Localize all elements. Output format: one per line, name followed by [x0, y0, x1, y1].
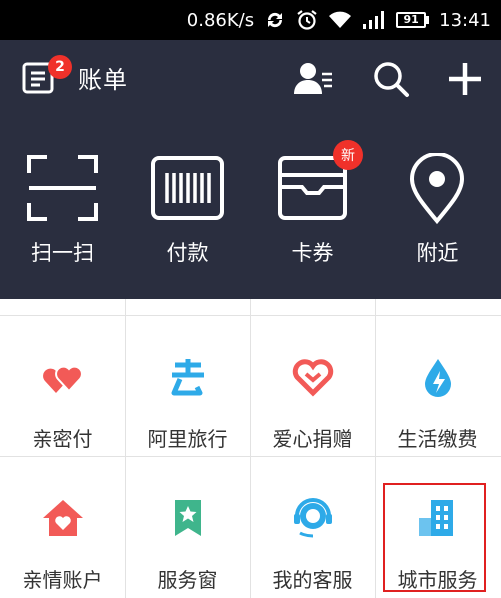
bill-icon: 2	[22, 54, 72, 95]
barcode-icon	[151, 156, 224, 220]
alarm-icon	[296, 9, 318, 31]
scan-label: 扫一扫	[31, 241, 94, 265]
service-label: 我的客服	[272, 568, 353, 592]
service-label: 亲情账户	[22, 568, 103, 592]
nearby-button[interactable]: 附近	[375, 117, 500, 299]
service-family-account[interactable]: 亲情账户	[0, 457, 125, 598]
travel-icon	[171, 359, 204, 396]
service-intimate-pay[interactable]: 亲密付	[0, 316, 125, 457]
service-label: 生活缴费	[397, 427, 478, 451]
scan-button[interactable]: 扫一扫	[0, 117, 125, 299]
battery-icon: 91	[396, 12, 430, 28]
plus-icon[interactable]	[446, 60, 484, 98]
wifi-icon	[328, 10, 352, 30]
service-customer-service[interactable]: 我的客服	[250, 457, 375, 598]
status-bar: 0.86K/s 91 13:41	[0, 0, 501, 40]
location-icon	[409, 153, 465, 225]
headset-icon	[294, 498, 332, 538]
service-charity[interactable]: 爱心捐赠	[250, 316, 375, 457]
service-label: 亲密付	[32, 427, 93, 451]
battery-level: 91	[396, 12, 427, 28]
service-label: 阿里旅行	[147, 427, 228, 451]
scan-icon	[27, 155, 98, 221]
network-speed: 0.86K/s	[186, 9, 255, 31]
sync-icon	[264, 10, 286, 30]
signal-icon	[362, 10, 386, 30]
hearts-icon	[43, 365, 83, 393]
service-utilities[interactable]: 生活缴费	[375, 316, 500, 457]
charity-heart-icon	[292, 359, 334, 397]
bill-count-badge: 2	[48, 54, 72, 79]
contacts-icon[interactable]	[294, 60, 332, 98]
bill-label: 账单	[78, 66, 128, 94]
search-icon[interactable]	[372, 60, 410, 98]
service-ali-travel[interactable]: 阿里旅行	[125, 316, 250, 457]
water-drop-icon	[425, 359, 451, 397]
highlight-box	[383, 483, 486, 592]
service-window[interactable]: 服务窗	[125, 457, 250, 598]
nearby-label: 附近	[416, 241, 459, 265]
clock: 13:41	[439, 9, 491, 31]
app-header: 2 账单	[0, 40, 501, 117]
bookmark-star-icon	[175, 500, 201, 536]
quick-actions-bar: 扫一扫 付款 卡券 新 附近	[0, 117, 501, 299]
pay-button[interactable]: 付款	[125, 117, 250, 299]
home-heart-icon	[43, 500, 83, 536]
bill-button[interactable]: 2 账单	[22, 54, 128, 95]
new-badge: 新	[333, 140, 363, 170]
coupons-label: 卡券	[291, 241, 334, 265]
pay-label: 付款	[166, 241, 209, 265]
service-label: 服务窗	[157, 568, 218, 592]
service-label: 爱心捐赠	[272, 427, 353, 451]
